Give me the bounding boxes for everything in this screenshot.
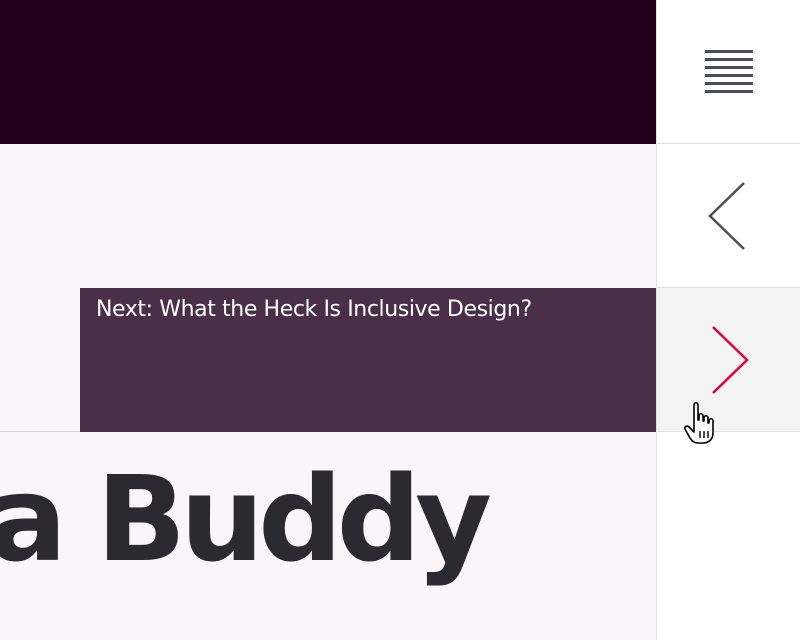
previous-article-button[interactable] bbox=[657, 144, 800, 288]
next-article-label: Next: What the Heck Is Inclusive Design? bbox=[96, 297, 532, 322]
next-article-tooltip[interactable]: Next: What the Heck Is Inclusive Design? bbox=[80, 288, 656, 432]
article-title: n a Buddy bbox=[0, 450, 492, 588]
hamburger-menu-icon bbox=[705, 50, 753, 93]
hand-pointer-icon bbox=[684, 401, 714, 444]
menu-button[interactable] bbox=[657, 0, 800, 144]
chevron-left-icon bbox=[708, 182, 745, 250]
top-banner bbox=[0, 0, 656, 144]
side-navigation bbox=[656, 0, 800, 640]
article-heading-area: n a Buddy bbox=[0, 432, 656, 640]
